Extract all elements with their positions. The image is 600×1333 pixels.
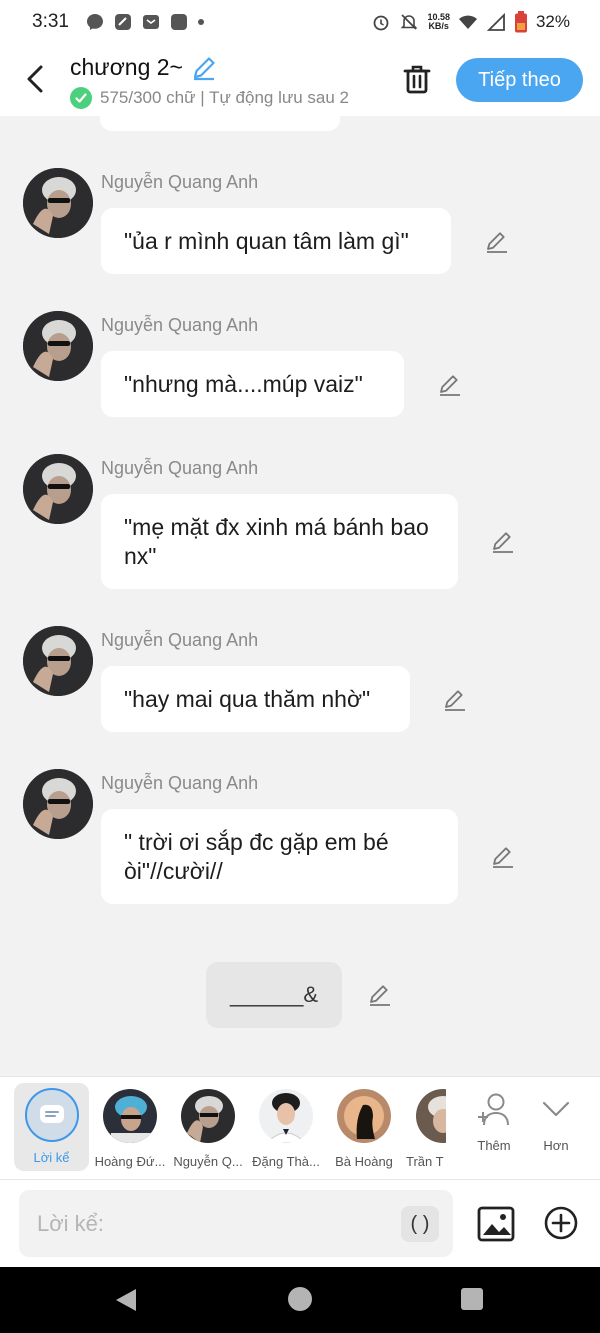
character-option[interactable]: Đặng Thà... (246, 1085, 326, 1169)
narration-bubble[interactable]: ______& (206, 962, 342, 1028)
sender-name: Nguyễn Quang Anh (101, 172, 259, 192)
edit-pencil-icon[interactable] (437, 372, 463, 398)
character-option[interactable]: Trần T (402, 1085, 446, 1169)
net-speed: 10.58 KB/s (427, 13, 450, 31)
back-button[interactable] (18, 60, 52, 98)
story-chat-area[interactable]: Nguyễn Quang Anh "ủa r mình quan tâm làm… (0, 116, 600, 1076)
avatar[interactable] (23, 769, 93, 839)
app-icon (114, 14, 131, 30)
more-notifications-dot-icon (197, 19, 204, 25)
add-person-icon (478, 1093, 509, 1126)
system-icons: 10.58 KB/s 32% (371, 11, 570, 33)
chapter-title: chương 2~ (70, 54, 183, 80)
message-text: "ủa r mình quan tâm làm gì" (124, 227, 409, 254)
chevron-left-icon (27, 65, 43, 93)
character-option[interactable]: Bà Hoàng (324, 1085, 404, 1169)
avatar (416, 1089, 446, 1143)
net-speed-unit: KB/s (428, 21, 449, 31)
mute-icon (401, 14, 418, 30)
character-name: Nguyễn Q... (173, 1154, 243, 1169)
inbox-icon (142, 15, 159, 29)
nav-home-icon[interactable] (288, 1287, 312, 1311)
nav-back-icon[interactable] (114, 1287, 138, 1313)
character-name: Hoàng Đứ... (94, 1154, 166, 1169)
edit-title-pencil-icon[interactable] (191, 55, 217, 81)
edit-pencil-icon[interactable] (490, 529, 516, 555)
square-app-icon (170, 14, 187, 30)
narration-input[interactable] (37, 1210, 377, 1237)
narrator-option[interactable]: Lời kể (14, 1083, 89, 1171)
character-name: Trần T (406, 1154, 444, 1169)
saved-check-icon (70, 87, 92, 109)
battery-icon (514, 11, 527, 33)
message-bubble[interactable]: "mẹ mặt đx xinh má bánh bao nx" (101, 494, 458, 589)
avatar[interactable] (23, 454, 93, 524)
edit-pencil-icon[interactable] (442, 687, 468, 713)
next-button[interactable]: Tiếp theo (456, 58, 583, 102)
avatar[interactable] (23, 311, 93, 381)
avatar[interactable] (23, 626, 93, 696)
message-text: " trời ơi sắp đc gặp em bé òi"//cười// (124, 828, 389, 884)
compose-box: ( ) (19, 1190, 453, 1257)
expand-label: Hơn (543, 1138, 569, 1153)
add-character-button[interactable]: Thêm (464, 1091, 524, 1153)
alarm-icon (374, 15, 389, 31)
system-nav-bar (0, 1267, 600, 1333)
messenger-icon (86, 14, 103, 30)
avatar[interactable] (23, 168, 93, 238)
add-character-label: Thêm (477, 1138, 511, 1153)
status-bar: 3:31 10.58 KB/s 32% (0, 0, 600, 44)
expand-characters-button[interactable]: Hơn (526, 1091, 586, 1153)
message-text: "nhưng mà....múp vaiz" (124, 370, 363, 397)
avatar (103, 1089, 157, 1143)
message-bubble[interactable]: "nhưng mà....múp vaiz" (101, 351, 404, 417)
character-name: Đặng Thà... (252, 1154, 320, 1169)
edit-pencil-icon[interactable] (484, 229, 510, 255)
trash-icon[interactable] (400, 62, 434, 96)
message-bubble[interactable]: " trời ơi sắp đc gặp em bé òi"//cười// (101, 809, 458, 904)
narrator-label: Lời kể (33, 1150, 70, 1165)
avatar (337, 1089, 391, 1143)
battery-percent: 32% (535, 12, 570, 31)
chapter-title-row: chương 2~ (70, 54, 217, 81)
avatar (259, 1089, 313, 1143)
signal-icon (486, 12, 505, 31)
narrator-icon (24, 1088, 79, 1142)
character-option[interactable]: Nguyễn Q... (168, 1085, 248, 1169)
message-text: "hay mai qua thăm nhờ" (124, 685, 371, 712)
sender-name: Nguyễn Quang Anh (101, 630, 259, 650)
narration-text: ______& (229, 982, 319, 1007)
avatar (181, 1089, 235, 1143)
nav-recents-icon[interactable] (461, 1288, 483, 1310)
wifi-icon (458, 15, 477, 29)
save-status-row: 575/300 chữ | Tự động lưu sau 2 (70, 87, 378, 109)
edit-pencil-icon[interactable] (490, 844, 516, 870)
sender-name: Nguyễn Quang Anh (101, 315, 259, 335)
sender-name: Nguyễn Quang Anh (101, 458, 259, 478)
character-name: Bà Hoàng (335, 1154, 393, 1169)
message-text: "mẹ mặt đx xinh má bánh bao nx" (124, 513, 429, 569)
chevron-down-icon (542, 1101, 570, 1117)
add-circle-icon[interactable] (543, 1205, 579, 1241)
action-paren-button[interactable]: ( ) (401, 1206, 439, 1242)
compose-bar: ( ) (0, 1179, 600, 1267)
status-time: 3:31 (32, 11, 69, 32)
word-count-autosave: 575/300 chữ | Tự động lưu sau 2 (100, 88, 350, 107)
edit-pencil-icon[interactable] (367, 982, 393, 1008)
image-icon[interactable] (476, 1204, 516, 1244)
sender-name: Nguyễn Quang Anh (101, 773, 259, 793)
message-bubble[interactable]: "ủa r mình quan tâm làm gì" (101, 208, 451, 274)
editor-header: chương 2~ 575/300 chữ | Tự động lưu sau … (0, 44, 600, 116)
notification-icons (85, 12, 205, 32)
message-bubble[interactable]: "hay mai qua thăm nhờ" (101, 666, 410, 732)
previous-message-bubble[interactable] (100, 116, 340, 131)
character-selector: Lời kể Hoàng Đứ... Nguyễn Q... Đặng Thà.… (0, 1076, 600, 1179)
character-option[interactable]: Hoàng Đứ... (90, 1085, 170, 1169)
